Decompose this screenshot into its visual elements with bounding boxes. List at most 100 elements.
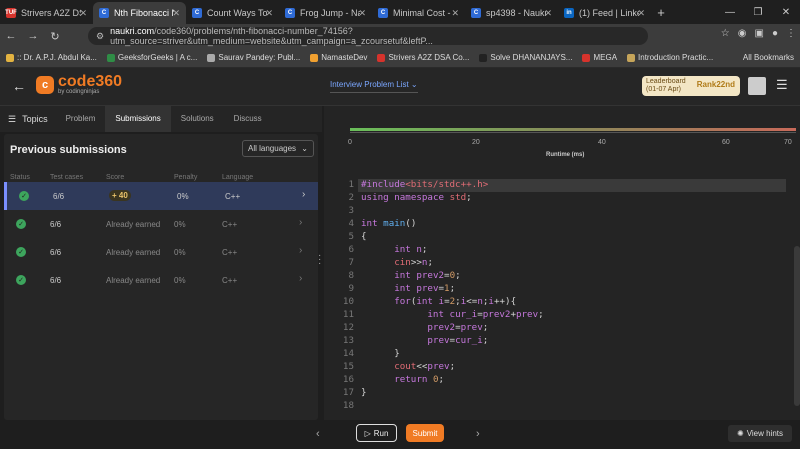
tab-close-icon[interactable]: ✕ bbox=[79, 8, 87, 19]
code-line: for(int i=2;i<=n;i++){ bbox=[394, 296, 517, 307]
profile-icon[interactable]: ● bbox=[772, 28, 778, 39]
score-value: Already earned bbox=[106, 220, 161, 229]
bookmark-favicon-icon bbox=[310, 53, 319, 62]
submit-button[interactable]: Submit bbox=[406, 424, 444, 442]
bookmark-item[interactable]: GeeksforGeeks | A c... bbox=[106, 53, 197, 62]
browser-tab[interactable]: in (1) Feed | Linked✕ bbox=[558, 2, 651, 24]
back-arrow-icon[interactable]: ← bbox=[12, 78, 26, 94]
bookmark-favicon-icon bbox=[106, 53, 115, 62]
line-number: 15 bbox=[342, 361, 354, 372]
chevron-right-icon[interactable]: › bbox=[299, 273, 302, 284]
logo-text: code360 bbox=[58, 73, 123, 90]
more-menu-icon[interactable]: ⋮ bbox=[786, 28, 796, 39]
prev-problem-icon[interactable]: ‹ bbox=[316, 428, 320, 440]
language-value: C++ bbox=[225, 192, 241, 201]
chevron-right-icon[interactable]: › bbox=[299, 245, 302, 256]
new-tab-button[interactable]: + bbox=[651, 2, 671, 24]
penalty-value: 0% bbox=[174, 248, 186, 257]
submission-row[interactable]: ✓ 6/6 Already earned 0% C++ › bbox=[4, 210, 318, 238]
reload-icon[interactable]: ↻ bbox=[44, 30, 66, 43]
runtime-tick-label: 60 bbox=[722, 139, 730, 146]
tab-close-icon[interactable]: ✕ bbox=[265, 8, 273, 19]
tab-title: Count Ways To F bbox=[207, 8, 267, 18]
penalty-value: 0% bbox=[174, 220, 186, 229]
browser-tab[interactable]: C Nth Fibonacci N ✕ bbox=[93, 2, 186, 24]
language-value: C++ bbox=[222, 220, 238, 229]
runtime-tick-label: 0 bbox=[348, 139, 352, 146]
bookmark-item[interactable]: Saurav Pandey: Publ... bbox=[207, 53, 300, 62]
browser-tab[interactable]: C Frog Jump - Nau✕ bbox=[279, 2, 372, 24]
tab-solutions[interactable]: Solutions bbox=[171, 106, 224, 132]
next-problem-icon[interactable]: › bbox=[476, 428, 480, 440]
language-filter-select[interactable]: All languages ⌄ bbox=[242, 140, 314, 157]
code-line: cin>>n; bbox=[394, 257, 433, 268]
bookmark-item[interactable]: Introduction Practic... bbox=[627, 53, 713, 62]
bookmark-item[interactable]: Solve DHANANJAYS... bbox=[479, 53, 572, 62]
url-host: naukri.com bbox=[110, 26, 155, 36]
submission-row[interactable]: ✓ 6/6 Already earned 0% C++ › bbox=[4, 238, 318, 266]
runtime-axis bbox=[350, 132, 796, 133]
bookmark-star-icon[interactable]: ☆ bbox=[721, 28, 730, 39]
code-line: #include<bits/stdc++.h> bbox=[361, 179, 489, 190]
browser-tab[interactable]: TUF Strivers A2Z DSA✕ bbox=[0, 2, 93, 24]
line-number: 18 bbox=[342, 400, 354, 411]
column-header: Penalty bbox=[174, 174, 198, 181]
runtime-tick-label: 20 bbox=[472, 139, 480, 146]
resize-handle[interactable]: · · · bbox=[318, 251, 321, 269]
browser-tab[interactable]: C Minimal Cost - N ✕ bbox=[372, 2, 465, 24]
bookmark-item[interactable]: MEGA bbox=[582, 53, 617, 62]
bookmark-favicon-icon bbox=[627, 53, 636, 62]
line-number: 11 bbox=[342, 309, 354, 320]
close-window-icon[interactable]: ✕ bbox=[772, 0, 800, 24]
browser-tab[interactable]: Csp4398 - Naukri ✕ bbox=[465, 2, 558, 24]
forward-icon[interactable]: → bbox=[22, 30, 44, 42]
tab-problem[interactable]: Problem bbox=[56, 106, 106, 132]
code-line: } bbox=[361, 387, 367, 398]
tab-submissions[interactable]: Submissions bbox=[105, 106, 171, 132]
code-line: cout<<prev; bbox=[394, 361, 456, 372]
submission-row[interactable]: ✓ 6/6 Already earned 0% C++ › bbox=[4, 266, 318, 294]
editor-scrollbar[interactable] bbox=[794, 246, 800, 406]
runtime-distribution-line bbox=[350, 128, 796, 131]
tab-favicon-icon: C bbox=[192, 8, 202, 18]
runtime-tick-label: 70 bbox=[784, 139, 792, 146]
test-cases-value: 6/6 bbox=[50, 248, 62, 257]
topics-button[interactable]: ☰ Topics bbox=[0, 114, 56, 125]
interview-problem-list-link[interactable]: Interview Problem List ⌄ bbox=[330, 80, 418, 93]
minimize-icon[interactable]: — bbox=[716, 0, 744, 24]
tab-discuss[interactable]: Discuss bbox=[224, 106, 272, 132]
code-line: prev=cur_i; bbox=[427, 335, 489, 346]
code-editor[interactable]: 1 #include<bits/stdc++.h> 2 using namespace… bbox=[324, 179, 800, 419]
tab-close-icon[interactable]: ✕ bbox=[172, 8, 180, 19]
code360-logo[interactable]: c code360 by codingninjas bbox=[36, 73, 123, 95]
chevron-right-icon[interactable]: › bbox=[299, 217, 302, 228]
chevron-right-icon[interactable]: › bbox=[302, 189, 305, 200]
submission-row[interactable]: ✓ 6/6 + 40 0% C++ › bbox=[4, 182, 318, 210]
hamburger-menu-icon[interactable]: ☰ bbox=[776, 77, 788, 93]
back-icon[interactable]: ← bbox=[0, 30, 22, 42]
view-hints-button[interactable]: ✺ View hints bbox=[728, 425, 792, 442]
tab-close-icon[interactable]: ✕ bbox=[544, 8, 552, 19]
tab-close-icon[interactable]: ✕ bbox=[451, 8, 459, 19]
extension-icon[interactable]: ◉ bbox=[738, 28, 747, 39]
browser-tab[interactable]: C Count Ways To F✕ bbox=[186, 2, 279, 24]
url-bar[interactable]: ⚙ naukri.com/code360/problems/nth-fibona… bbox=[88, 26, 648, 46]
bookmark-item[interactable]: Strivers A2Z DSA Co... bbox=[377, 53, 469, 62]
tab-close-icon[interactable]: ✕ bbox=[358, 8, 366, 19]
column-header: Language bbox=[222, 174, 254, 181]
sidebar-icon[interactable]: ▣ bbox=[755, 28, 764, 39]
bookmark-item[interactable]: :: Dr. A.P.J. Abdul Ka... bbox=[6, 53, 97, 62]
bookmark-item[interactable]: NamasteDev bbox=[310, 53, 367, 62]
restore-icon[interactable]: ❐ bbox=[744, 0, 772, 24]
line-number: 16 bbox=[342, 374, 354, 385]
leaderboard-badge[interactable]: Leaderboard (01-07 Apr) Rank22nd bbox=[642, 76, 740, 96]
code-line: } bbox=[361, 348, 400, 359]
site-info-icon[interactable]: ⚙ bbox=[96, 31, 104, 42]
line-number: 13 bbox=[342, 335, 354, 346]
avatar[interactable] bbox=[748, 77, 766, 95]
tab-close-icon[interactable]: ✕ bbox=[637, 8, 645, 19]
run-button[interactable]: ▷ Run bbox=[356, 424, 397, 442]
code-line: int main() bbox=[361, 218, 417, 229]
all-bookmarks-link[interactable]: All Bookmarks bbox=[743, 53, 794, 62]
line-number: 14 bbox=[342, 348, 354, 359]
